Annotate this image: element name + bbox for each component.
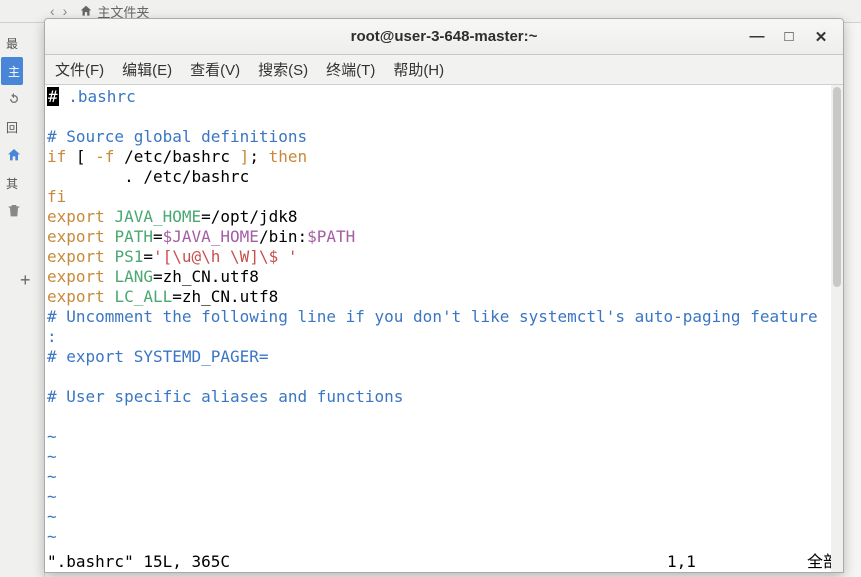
kw-if: if [47, 147, 66, 166]
vim-tilde: ~ [47, 467, 57, 486]
scrollbar-thumb[interactable] [833, 87, 841, 287]
menu-help[interactable]: 帮助(H) [393, 59, 444, 80]
window-title: root@user-3-648-master:~ [45, 28, 843, 45]
status-file: ".bashrc" 15L, 365C [47, 552, 667, 572]
side-item-other[interactable]: 其 [0, 169, 44, 197]
vim-tilde: ~ [47, 427, 57, 446]
nav-forward-icon[interactable]: › [63, 3, 68, 19]
code-line: # Source global definitions [47, 127, 307, 146]
menu-search[interactable]: 搜索(S) [258, 59, 308, 80]
code-line: # export SYSTEMD_PAGER= [47, 347, 269, 366]
kw-fi: fi [47, 187, 66, 206]
vim-tilde: ~ [47, 507, 57, 526]
maximize-button[interactable]: □ [781, 29, 797, 45]
side-item-recent[interactable]: 最 [0, 29, 44, 57]
vim-tilde: ~ [47, 447, 57, 466]
terminal-window: root@user-3-648-master:~ — □ ✕ 文件(F) 编辑(… [44, 18, 844, 573]
titlebar[interactable]: root@user-3-648-master:~ — □ ✕ [45, 19, 843, 55]
vim-status-line: ".bashrc" 15L, 365C 1,1 全部 [47, 552, 841, 572]
vim-cursor: # [47, 87, 59, 106]
code-line: # User specific aliases and functions [47, 387, 403, 406]
code-line: .bashrc [59, 87, 136, 106]
menu-file[interactable]: 文件(F) [55, 59, 104, 80]
nav-back-icon[interactable]: ‹ [50, 3, 55, 19]
vim-tilde: ~ [47, 527, 57, 546]
side-item-reload[interactable] [0, 85, 44, 113]
menu-edit[interactable]: 编辑(E) [122, 59, 172, 80]
minimize-button[interactable]: — [749, 29, 765, 45]
side-item-back[interactable]: 回 [0, 113, 44, 141]
menubar: 文件(F) 编辑(E) 查看(V) 搜索(S) 终端(T) 帮助(H) [45, 55, 843, 85]
menu-view[interactable]: 查看(V) [190, 59, 240, 80]
code-line: # Uncomment the following line if you do… [47, 307, 818, 326]
menu-terminal[interactable]: 终端(T) [326, 59, 375, 80]
side-item-home[interactable]: 主 [1, 57, 23, 85]
plus-icon: + [20, 270, 31, 291]
code-line: . /etc/bashrc [47, 167, 249, 186]
side-item-home2[interactable] [0, 141, 44, 169]
close-button[interactable]: ✕ [813, 29, 829, 45]
scrollbar[interactable] [831, 85, 843, 572]
status-position: 1,1 [667, 552, 807, 572]
vim-tilde: ~ [47, 487, 57, 506]
background-sidebar: 最 主 回 其 [0, 23, 45, 577]
side-item-trash[interactable] [0, 197, 44, 225]
terminal-body[interactable]: # .bashrc # Source global definitions if… [45, 85, 843, 572]
